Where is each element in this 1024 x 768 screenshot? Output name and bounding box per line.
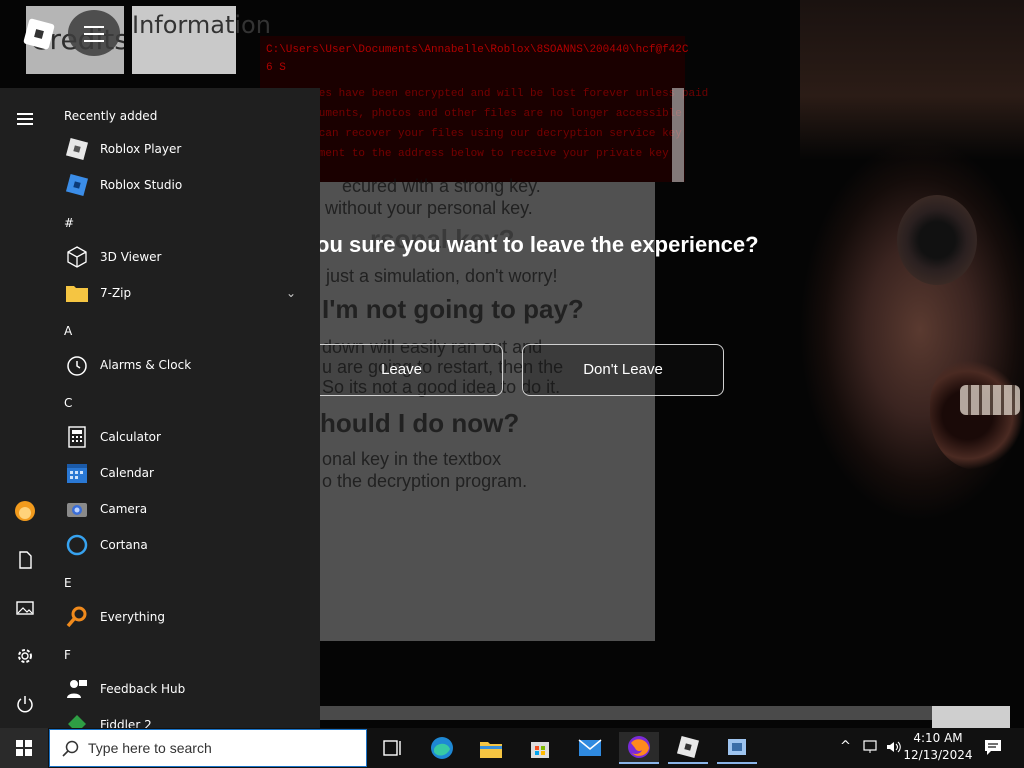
doll-teeth (960, 385, 1020, 415)
leave-button[interactable]: Leave (300, 344, 503, 396)
alarm-clock-icon (64, 352, 90, 378)
settings-gear-icon[interactable] (14, 645, 36, 667)
app-fiddler[interactable]: Fiddler 2 (60, 708, 310, 728)
ransom-red-row: Your documents, photos and other files a… (266, 108, 682, 120)
ransom-red-row: Only we can recover your files using our… (266, 128, 682, 140)
start-menu: Recently added Roblox Player Roblox Stud… (0, 88, 320, 728)
calendar-icon (64, 460, 90, 486)
power-icon[interactable] (14, 693, 36, 715)
ransom-path-text: C:\Users\User\Documents\Annabelle\Roblox… (266, 44, 689, 56)
app-calculator[interactable]: Calculator (60, 420, 310, 454)
ransom-heading: hould I do now? (320, 408, 520, 438)
leave-dialog-title: ou sure you want to leave the experience… (316, 232, 759, 257)
microsoft-store-icon[interactable] (520, 732, 560, 764)
app-everything[interactable]: Everything (60, 600, 310, 634)
game-bottom-bar-light (932, 706, 1010, 728)
cube-icon (64, 244, 90, 270)
app-roblox-studio[interactable]: Roblox Studio (60, 168, 310, 202)
network-icon[interactable] (862, 739, 880, 759)
feedback-person-icon (64, 676, 90, 702)
roblox-taskbar-icon[interactable] (668, 732, 708, 764)
ransom-red-row: Send payment to the address below to rec… (266, 148, 669, 160)
taskbar: Type here to search ^ 4:10 AM 12/13/2024 (0, 728, 1024, 768)
doll-hair-shape (800, 0, 1024, 160)
app-calendar[interactable]: Calendar (60, 456, 310, 490)
user-avatar-icon[interactable] (14, 500, 36, 522)
documents-icon[interactable] (14, 549, 36, 571)
section-header-hash[interactable]: # (64, 216, 74, 230)
ransom-text: o the decryption program. (322, 471, 528, 491)
mail-icon[interactable] (570, 732, 610, 764)
start-rail (0, 88, 48, 728)
app-feedback-hub[interactable]: Feedback Hub (60, 672, 310, 706)
notification-center-icon[interactable] (983, 737, 1003, 761)
magnifier-icon (64, 604, 90, 630)
camera-icon (64, 496, 90, 522)
volume-icon[interactable] (885, 739, 903, 759)
app-camera[interactable]: Camera (60, 492, 310, 526)
app-3d-viewer[interactable]: 3D Viewer (60, 240, 310, 274)
information-tile[interactable]: Information (132, 6, 271, 74)
app-roblox-player[interactable]: Roblox Player (60, 132, 310, 166)
section-header-c[interactable]: C (64, 396, 72, 410)
windows-logo-icon (16, 740, 32, 756)
ransom-text: without your personal key. (325, 198, 533, 218)
start-button[interactable] (0, 728, 48, 768)
firefox-icon[interactable] (619, 732, 659, 764)
roblox-studio-taskbar-icon[interactable] (717, 732, 757, 764)
cortana-icon (64, 532, 90, 558)
start-app-list[interactable]: Recently added Roblox Player Roblox Stud… (48, 88, 320, 728)
show-hidden-icons-chevron-up-icon[interactable]: ^ (840, 739, 851, 754)
taskbar-search-box[interactable]: Type here to search (49, 729, 367, 767)
folder-icon (64, 280, 90, 306)
doll-mouth (930, 360, 1024, 470)
ransom-path-text-2: 6 S (266, 62, 286, 74)
file-explorer-icon[interactable] (471, 732, 511, 764)
hamburger-menu-icon[interactable] (14, 108, 36, 130)
section-header-a[interactable]: A (64, 324, 72, 338)
dont-leave-button[interactable]: Don't Leave (522, 344, 724, 396)
fiddler-icon (64, 712, 90, 728)
pictures-icon[interactable] (14, 597, 36, 619)
recently-added-header: Recently added (64, 109, 158, 123)
clock-date: 12/13/2024 (903, 748, 973, 762)
ransom-heading: I'm not going to pay? (322, 294, 584, 324)
app-7zip-folder[interactable]: 7-Zip ⌄ (60, 276, 310, 310)
section-header-e[interactable]: E (64, 576, 72, 590)
roblox-menu-button[interactable] (68, 10, 120, 56)
chevron-down-icon[interactable]: ⌄ (286, 286, 296, 300)
calculator-icon (64, 424, 90, 450)
app-alarms-clock[interactable]: Alarms & Clock (60, 348, 310, 382)
ransom-text: onal key in the textbox (322, 449, 502, 469)
clock[interactable]: 4:10 AM 12/13/2024 (902, 730, 974, 764)
task-view-icon[interactable] (372, 732, 412, 764)
ransom-text: just a simulation, don't worry! (326, 266, 558, 286)
game-bottom-bar (320, 706, 932, 720)
ransom-text: ecured with a strong key. (342, 176, 541, 196)
roblox-player-icon (64, 136, 90, 162)
roblox-studio-icon (64, 172, 90, 198)
roblox-logo-icon[interactable] (22, 17, 56, 51)
ransom-scrollbar[interactable] (672, 88, 684, 182)
search-input[interactable]: Type here to search (88, 740, 212, 756)
edge-browser-icon[interactable] (422, 732, 462, 764)
doll-eye (897, 195, 977, 285)
app-cortana[interactable]: Cortana (60, 528, 310, 562)
section-header-f[interactable]: F (64, 648, 71, 662)
ransom-red-row: Your files have been encrypted and will … (266, 88, 709, 100)
search-icon (62, 740, 79, 757)
clock-time: 4:10 AM (913, 731, 963, 745)
